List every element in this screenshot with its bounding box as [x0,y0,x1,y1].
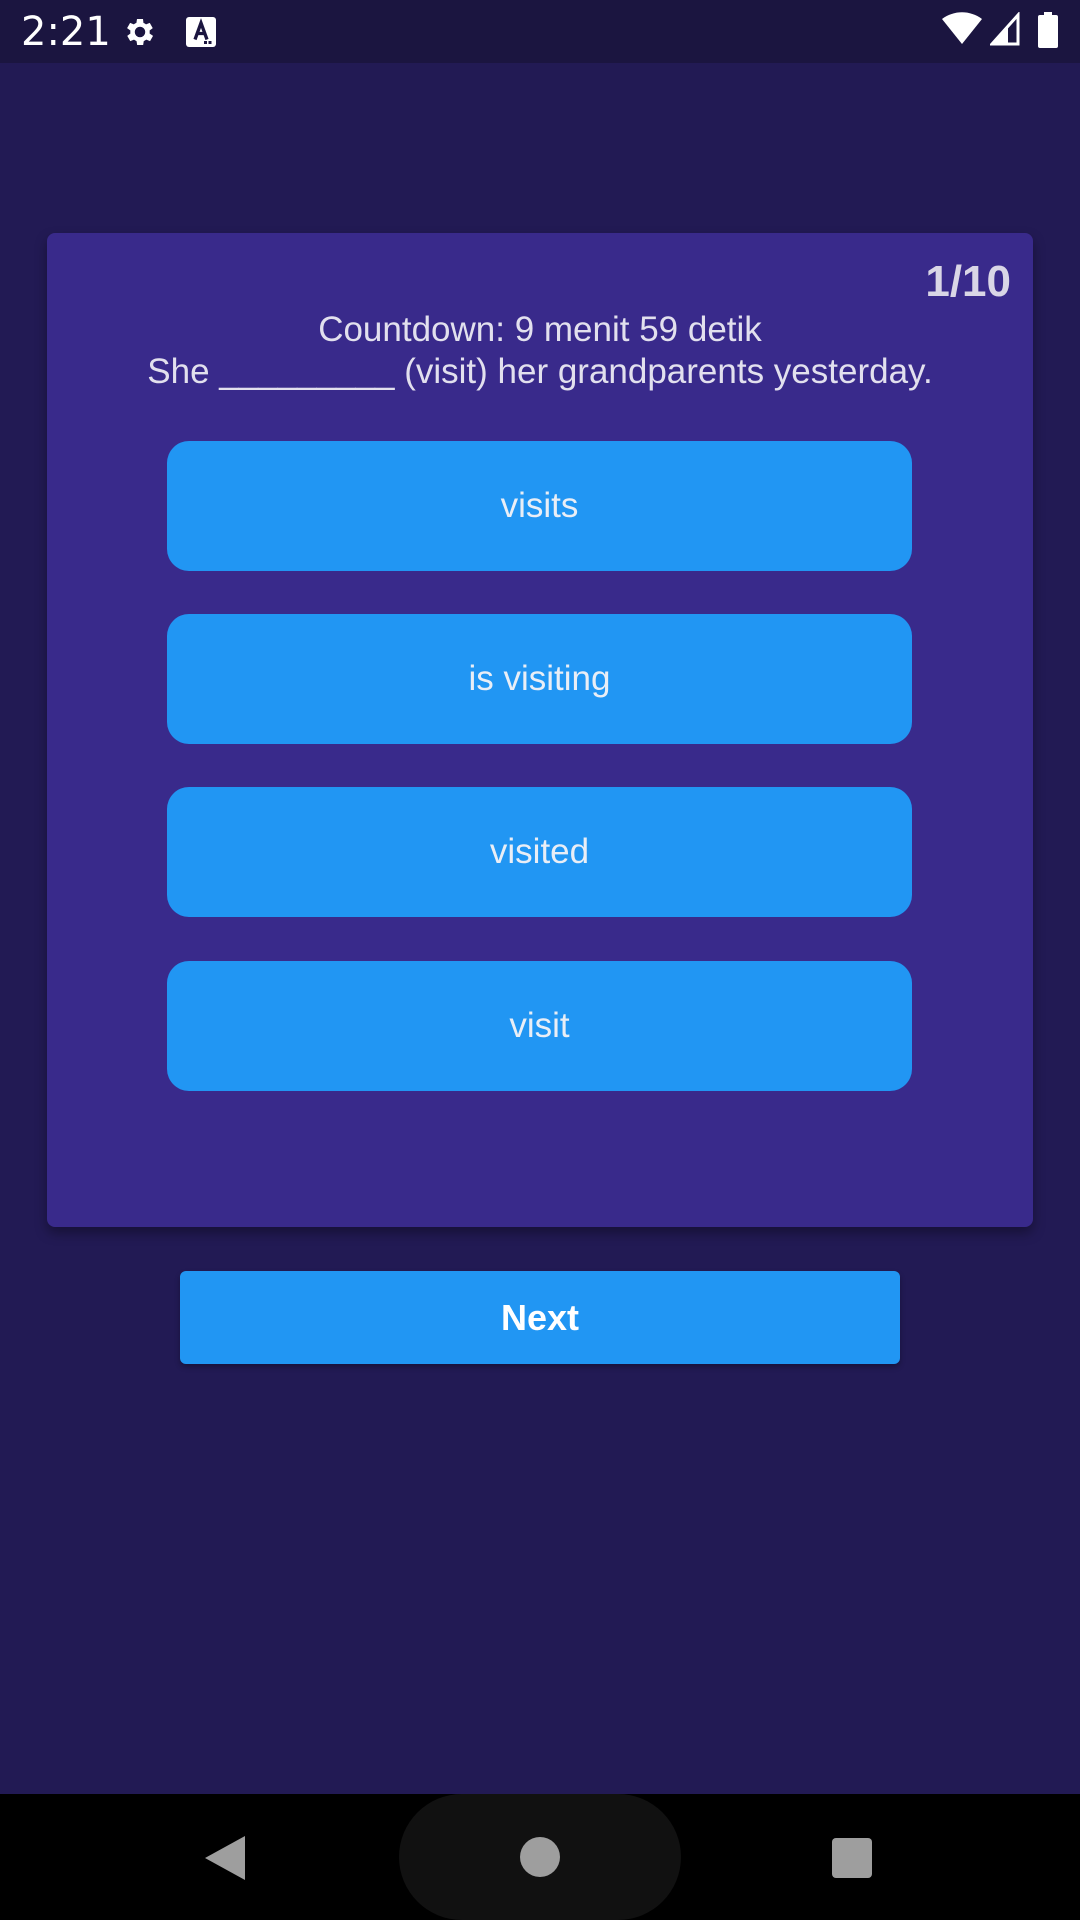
question-counter: 1/10 [925,257,1011,306]
home-icon[interactable] [520,1837,560,1877]
gear-icon [127,18,154,46]
navigation-bar [0,1794,1080,1920]
font-app-icon [186,17,216,47]
answer-option-is-visiting[interactable]: is visiting [167,614,912,744]
back-icon[interactable] [203,1834,247,1882]
status-time: 2:21 [21,9,111,55]
answer-option-visited[interactable]: visited [167,787,912,917]
next-button[interactable]: Next [180,1271,900,1364]
recents-icon[interactable] [832,1838,872,1878]
answer-option-visit[interactable]: visit [167,961,912,1091]
battery-icon [1038,12,1058,48]
question-text: She _________ (visit) her grandparents y… [147,352,933,391]
signal-icon [990,12,1020,46]
countdown-text: Countdown: 9 menit 59 detik [318,310,762,349]
answer-option-visits[interactable]: visits [167,441,912,571]
wifi-icon [942,12,982,44]
quiz-card: 1/10 Countdown: 9 menit 59 detik She ___… [47,233,1033,1227]
status-bar: 2:21 [0,0,1080,63]
